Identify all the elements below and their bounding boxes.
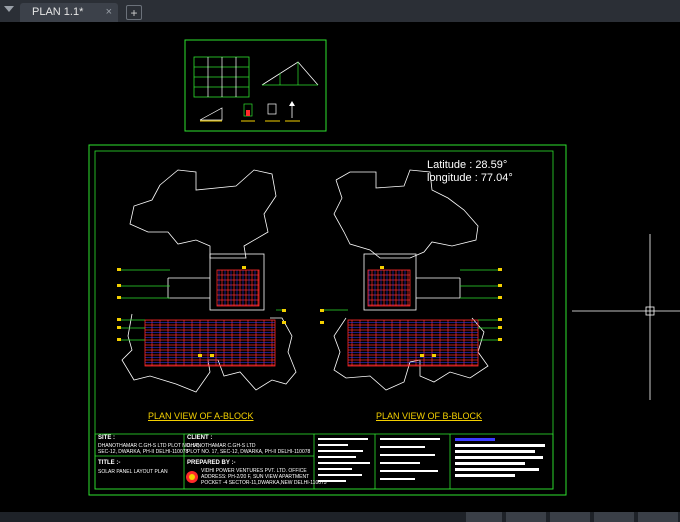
panel-array-a-lower [144, 319, 276, 367]
title-block-redacted-rows [318, 438, 545, 482]
status-button-snap[interactable] [550, 512, 590, 522]
tab-label: PLAN 1.1* [32, 6, 84, 18]
status-button-model[interactable] [466, 512, 502, 522]
status-button-grid[interactable] [506, 512, 546, 522]
label-plan-a: PLAN VIEW OF A-BLOCK [148, 411, 254, 421]
site-head: SITE : [98, 435, 116, 441]
title-text: SOLAR PANEL LAYOUT PLAN [98, 469, 168, 475]
panel-array-a-upper [216, 269, 260, 307]
panel-array-b-upper [367, 269, 411, 307]
detail-inset-drawings [193, 56, 319, 122]
close-icon[interactable]: × [106, 3, 112, 22]
panel-array-b-lower [347, 319, 479, 367]
status-bar [0, 512, 680, 522]
status-button-osnap[interactable] [638, 512, 678, 522]
detail-inset-frame [184, 39, 327, 132]
menu-icon[interactable] [4, 6, 14, 16]
latitude-text: Latitude : 28.59° [427, 159, 508, 171]
label-plan-b: PLAN VIEW OF B-BLOCK [376, 411, 483, 421]
title-head: TITLE :- [98, 460, 121, 466]
site-text-2: SEC-12, DWARKA, PH-II DELHI-110078 [98, 449, 189, 455]
prepared-text-3: POCKET -4 SECTOR-11,DWARKA,NEW DELHI-110… [201, 480, 327, 486]
client-head: CLIENT : [187, 435, 213, 441]
prepared-head: PREPARED BY :- [187, 460, 236, 466]
crosshair-icon [572, 234, 680, 400]
company-logo [186, 471, 198, 483]
client-text-2: PLOT NO. 17, SEC-12, DWARKA, PH-II DELHI… [187, 449, 311, 455]
drawing-canvas[interactable]: Latitude : 28.59° longitude : 77.04° PLA… [0, 22, 680, 512]
status-button-ortho[interactable] [594, 512, 634, 522]
tab-bar: PLAN 1.1* × + [0, 0, 680, 22]
longitude-text: longitude : 77.04° [427, 172, 513, 184]
tab-plan[interactable]: PLAN 1.1* × [20, 3, 118, 22]
plus-icon[interactable]: + [126, 5, 142, 20]
